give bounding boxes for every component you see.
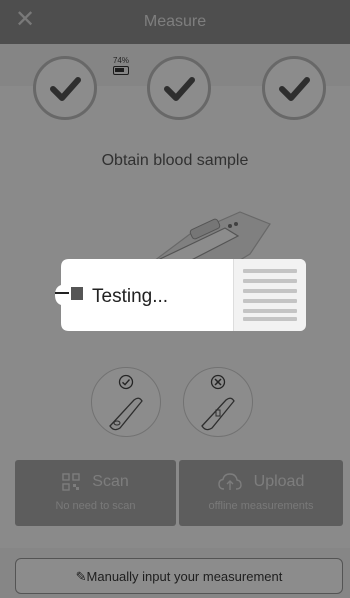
connector-line bbox=[55, 292, 69, 294]
testing-dialog: Testing... bbox=[55, 259, 306, 331]
testing-label: Testing... bbox=[92, 286, 169, 307]
test-strip-icon bbox=[71, 287, 83, 300]
meter-display bbox=[233, 259, 306, 331]
